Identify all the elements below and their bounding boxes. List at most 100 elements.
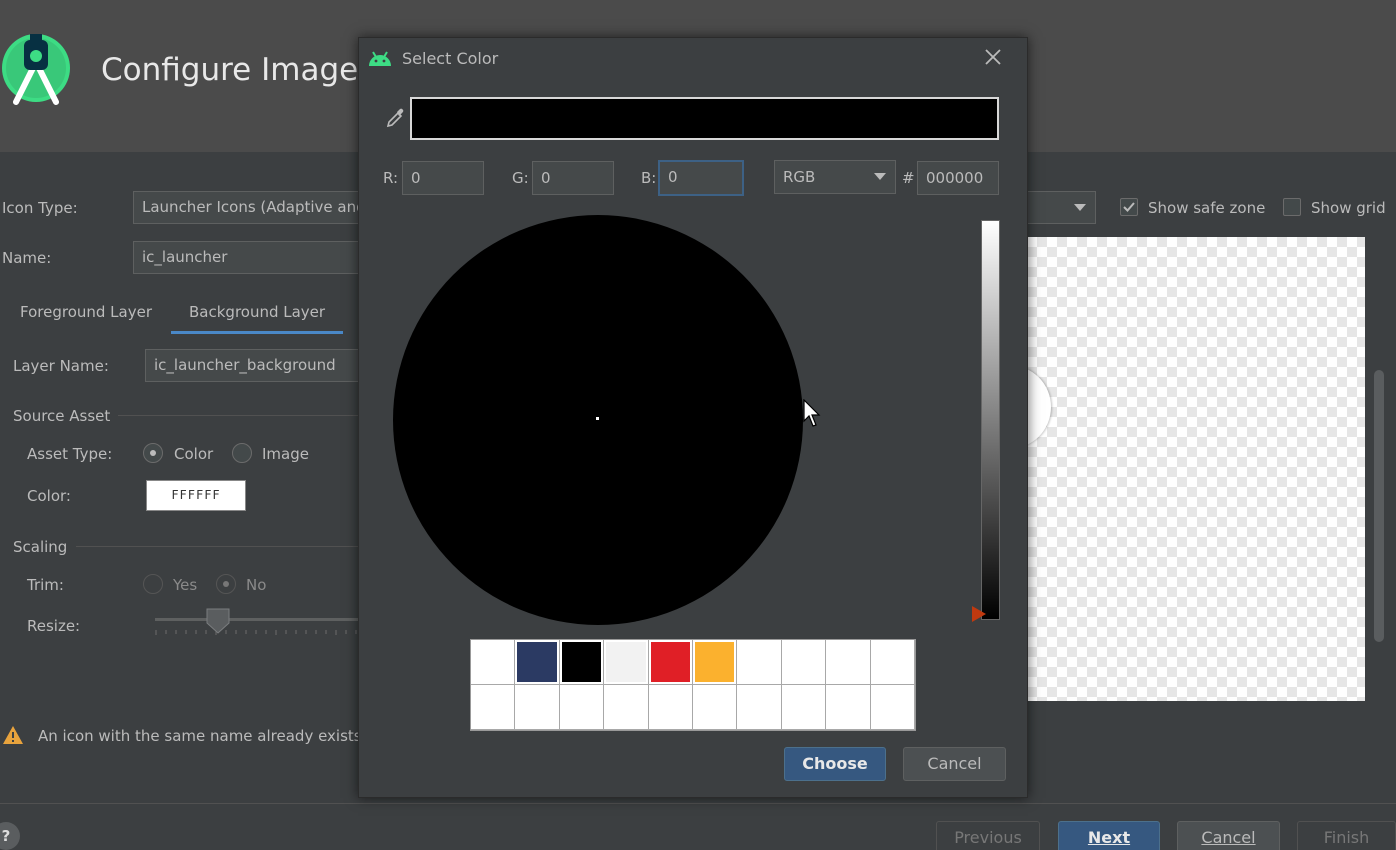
recent-color-swatch[interactable] — [781, 640, 827, 685]
previous-button[interactable]: Previous — [936, 821, 1040, 850]
preview-scrollbar-thumb[interactable] — [1374, 370, 1384, 642]
color-wheel-cursor — [596, 417, 599, 420]
recent-color-swatch[interactable] — [693, 685, 738, 730]
recent-color-fill — [517, 687, 557, 727]
r-input[interactable]: 0 — [402, 161, 484, 195]
tab-background-layer[interactable]: Background Layer — [189, 303, 325, 321]
recent-color-fill — [650, 642, 690, 682]
r-label: R: — [383, 169, 399, 187]
icon-type-select[interactable]: Launcher Icons (Adaptive and Legacy) — [133, 191, 373, 224]
warning-message: An icon with the same name already exist… — [38, 727, 362, 745]
recent-color-fill — [650, 687, 690, 727]
close-icon[interactable] — [984, 48, 1002, 66]
recent-color-swatch[interactable] — [648, 640, 693, 685]
recent-color-fill — [606, 642, 646, 682]
chevron-down-icon — [874, 173, 886, 180]
trim-no-radio[interactable] — [216, 574, 236, 594]
selected-tab-indicator — [171, 331, 343, 334]
recent-color-swatch[interactable] — [648, 685, 693, 730]
hex-input[interactable]: 000000 — [917, 161, 999, 195]
footer-divider — [0, 803, 1396, 804]
icon-preview-canvas — [1007, 237, 1365, 701]
scaling-heading: Scaling — [13, 538, 68, 556]
show-grid-label[interactable]: Show grid — [1311, 199, 1386, 217]
recent-color-fill — [561, 687, 602, 727]
recent-color-fill — [828, 642, 868, 682]
recent-color-swatch[interactable] — [737, 685, 782, 730]
brightness-slider[interactable] — [981, 220, 1000, 620]
help-button[interactable]: ? — [0, 822, 20, 850]
trim-yes-radio[interactable] — [143, 574, 163, 594]
checkmark-icon — [1123, 202, 1135, 212]
recent-color-swatch[interactable] — [604, 685, 649, 730]
recent-color-swatch[interactable] — [559, 685, 605, 730]
name-label: Name: — [2, 249, 52, 267]
b-input[interactable]: 0 — [658, 160, 744, 196]
mouse-cursor-icon — [803, 399, 821, 427]
dialog-title: Select Color — [402, 49, 499, 68]
g-input[interactable]: 0 — [532, 161, 614, 195]
brightness-slider-knob[interactable] — [972, 606, 986, 622]
warning-icon — [3, 726, 23, 744]
color-wheel[interactable] — [393, 215, 803, 625]
recent-color-swatch[interactable] — [604, 640, 649, 685]
trim-yes-label[interactable]: Yes — [173, 576, 197, 594]
trim-no-label[interactable]: No — [246, 576, 266, 594]
recent-color-fill — [606, 687, 646, 727]
color-swatch-button[interactable]: FFFFFF — [146, 480, 246, 511]
android-icon — [369, 51, 391, 66]
color-label: Color: — [27, 487, 71, 505]
tab-foreground-layer[interactable]: Foreground Layer — [20, 303, 152, 321]
resize-slider[interactable] — [150, 606, 360, 640]
show-safe-zone-checkbox[interactable] — [1120, 198, 1138, 216]
recent-color-swatch[interactable] — [515, 685, 560, 730]
source-asset-divider — [118, 415, 368, 416]
recent-color-swatch[interactable] — [737, 640, 782, 685]
asset-type-color-radio[interactable] — [143, 443, 163, 463]
cancel-button[interactable]: Cancel — [1177, 821, 1280, 850]
eyedropper-icon[interactable] — [385, 107, 405, 129]
hash-label: # — [902, 169, 915, 187]
recent-color-swatch[interactable] — [870, 640, 915, 685]
resize-label: Resize: — [27, 617, 81, 635]
recent-color-fill — [828, 687, 868, 727]
name-input[interactable]: ic_launcher — [133, 241, 373, 274]
android-studio-logo-icon — [2, 34, 70, 105]
show-safe-zone-label[interactable]: Show safe zone — [1148, 199, 1265, 217]
recent-color-swatch[interactable] — [826, 685, 871, 730]
recent-color-fill — [561, 642, 602, 682]
asset-type-label: Asset Type: — [27, 445, 113, 463]
chevron-down-icon — [1074, 204, 1086, 211]
dialog-cancel-button[interactable]: Cancel — [903, 747, 1006, 781]
choose-button[interactable]: Choose — [784, 747, 886, 781]
g-label: G: — [512, 169, 529, 187]
layer-name-input[interactable]: ic_launcher_background — [145, 349, 375, 382]
recent-color-swatch[interactable] — [781, 685, 827, 730]
next-button[interactable]: Next — [1058, 821, 1160, 850]
recent-color-swatch[interactable] — [693, 640, 738, 685]
recent-color-swatch[interactable] — [559, 640, 605, 685]
layer-name-label: Layer Name: — [13, 357, 109, 375]
recent-color-fill — [783, 642, 824, 682]
b-label: B: — [641, 169, 657, 187]
asset-type-color-label[interactable]: Color — [174, 445, 213, 463]
finish-button[interactable]: Finish — [1297, 821, 1396, 850]
recent-color-swatch[interactable] — [471, 640, 516, 685]
recent-color-fill — [473, 687, 513, 727]
asset-type-image-label[interactable]: Image — [262, 445, 309, 463]
recent-color-swatch[interactable] — [471, 685, 516, 730]
recent-color-fill — [517, 642, 557, 682]
trim-label: Trim: — [27, 576, 64, 594]
recent-color-swatch[interactable] — [826, 640, 871, 685]
recent-color-fill — [695, 642, 735, 682]
recent-color-fill — [739, 687, 779, 727]
show-grid-checkbox[interactable] — [1283, 198, 1301, 216]
scaling-divider — [76, 546, 368, 547]
asset-type-image-radio[interactable] — [232, 443, 252, 463]
recent-color-fill — [872, 642, 912, 682]
recent-color-fill — [695, 687, 735, 727]
recent-color-fill — [872, 687, 912, 727]
recent-color-swatch[interactable] — [515, 640, 560, 685]
icon-type-label: Icon Type: — [2, 199, 78, 217]
recent-color-swatch[interactable] — [870, 685, 915, 730]
